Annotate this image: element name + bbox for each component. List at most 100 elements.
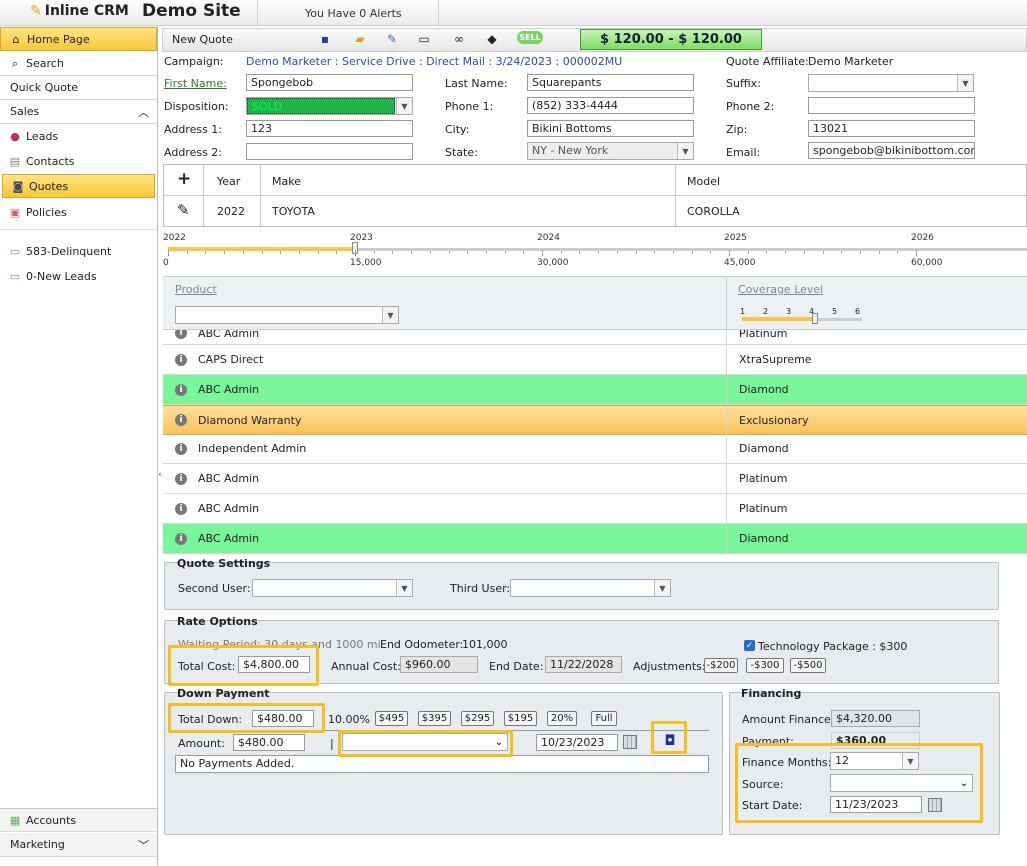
- first-name-label[interactable]: First Name:: [164, 77, 227, 90]
- info-icon[interactable]: i: [175, 383, 187, 396]
- column-divider: [726, 375, 727, 404]
- city-label: City:: [445, 123, 470, 136]
- sidebar-item-leads[interactable]: ● Leads: [0, 124, 157, 148]
- coverage-name: Diamond: [739, 442, 789, 455]
- save-icon[interactable]: ▪: [317, 31, 333, 47]
- product-name: CAPS Direct: [198, 353, 264, 366]
- third-user-select[interactable]: ▼: [510, 579, 671, 597]
- product-row[interactable]: i ABC Admin Diamond: [163, 524, 1027, 554]
- timeline-year-label: 2025: [724, 233, 747, 243]
- sidebar-group-marketing[interactable]: Marketing ﹀: [0, 833, 157, 857]
- add-vehicle-button[interactable]: +: [177, 169, 191, 189]
- down-full-button[interactable]: Full: [591, 711, 617, 726]
- coverage-name: Exclusionary: [739, 413, 809, 427]
- product-row[interactable]: i Diamond Warranty Exclusionary: [163, 405, 1027, 435]
- product-row[interactable]: i ABC Admin Platinum: [163, 494, 1027, 524]
- term-timeline[interactable]: 2022 0 2023 15,000 2024 30,000 2025 45,000 2026 6…: [163, 230, 1027, 272]
- zip-label: Zip:: [726, 123, 748, 136]
- link-icon[interactable]: ∞: [451, 31, 467, 47]
- coverage-level-handle[interactable]: [812, 313, 818, 324]
- sidebar-item-contacts[interactable]: ▤ Contacts: [0, 149, 157, 173]
- timeline-minor-tick: [523, 251, 525, 254]
- collapse-handle-icon[interactable]: ‹: [158, 470, 162, 480]
- timeline-minor-tick: [542, 251, 543, 254]
- product-row[interactable]: i ABC Admin Platinum: [163, 464, 1027, 494]
- product-row[interactable]: i ABC Admin Platinum: [163, 330, 1027, 345]
- first-name-field[interactable]: Spongebob: [246, 74, 413, 91]
- sidebar-item-accounts[interactable]: ▦ Accounts: [0, 808, 157, 832]
- coverage-level-slider[interactable]: 123456: [738, 307, 864, 327]
- info-icon[interactable]: i: [175, 502, 187, 515]
- down-495-button[interactable]: $495: [375, 711, 408, 726]
- technology-package-checkbox[interactable]: ✓: [744, 640, 755, 651]
- sidebar-item-policies[interactable]: ▣ Policies: [0, 200, 157, 224]
- sidebar-item-quotes[interactable]: ◙ Quotes: [2, 174, 155, 198]
- address1-field[interactable]: 123: [246, 120, 413, 137]
- coverage-header[interactable]: Coverage Level: [738, 283, 823, 296]
- coverage-level-label: 5: [832, 307, 838, 316]
- column-divider: [203, 165, 204, 226]
- zip-field[interactable]: 13021: [808, 120, 975, 137]
- edit-document-icon[interactable]: ✎: [384, 31, 400, 47]
- product-row[interactable]: i ABC Admin Diamond: [163, 375, 1027, 405]
- sidebar: ⌂ Home Page ⌕ Search Quick Quote Sales ︿ ● L…: [0, 26, 158, 866]
- sidebar-item-quick-quote[interactable]: Quick Quote: [0, 76, 157, 100]
- down-195-button[interactable]: $195: [504, 711, 537, 726]
- campaign-link[interactable]: Demo Marketer : Service Drive : Direct M…: [246, 55, 622, 68]
- sidebar-divider: [0, 229, 157, 230]
- info-icon[interactable]: i: [175, 353, 187, 366]
- info-icon[interactable]: i: [175, 472, 187, 485]
- sidebar-item-search[interactable]: ⌕ Search: [0, 52, 157, 76]
- address2-field[interactable]: [246, 143, 413, 160]
- sidebar-group-sales[interactable]: Sales ︿: [0, 100, 157, 124]
- timeline-minor-tick: [411, 251, 413, 254]
- down-295-button[interactable]: $295: [461, 711, 494, 726]
- id-card-icon[interactable]: ▭: [416, 31, 432, 47]
- tag-icon[interactable]: ◆: [484, 31, 500, 47]
- phone2-field[interactable]: [808, 97, 975, 114]
- vehicle-make: TOYOTA: [272, 205, 315, 218]
- sidebar-filter-delinquent[interactable]: ▭ 583-Delinquent: [0, 239, 157, 263]
- info-icon[interactable]: i: [175, 532, 187, 545]
- alerts-link[interactable]: You Have 0 Alerts: [305, 7, 402, 20]
- timeline-minor-tick: [729, 251, 730, 254]
- info-icon[interactable]: i: [175, 414, 187, 426]
- suffix-select[interactable]: ▼: [808, 74, 974, 92]
- note-icon[interactable]: ▰: [352, 31, 368, 47]
- email-field[interactable]: spongebob@bikinibottom.com: [808, 142, 975, 159]
- down-20pct-button[interactable]: 20%: [547, 711, 577, 726]
- phone1-field[interactable]: (852) 333-4444: [527, 97, 694, 114]
- product-row[interactable]: i CAPS Direct XtraSupreme: [163, 345, 1027, 375]
- city-field[interactable]: Bikini Bottoms: [527, 120, 694, 137]
- sell-icon[interactable]: SELL: [517, 31, 543, 44]
- timeline-minor-tick: [448, 251, 450, 254]
- sidebar-item-label: Marketing: [10, 838, 65, 851]
- product-name: Diamond Warranty: [198, 413, 302, 427]
- product-row[interactable]: i Independent Admin Diamond: [163, 434, 1027, 464]
- chevron-up-icon: ︿: [138, 106, 149, 119]
- product-header[interactable]: Product: [175, 283, 217, 296]
- adjustment-200-button[interactable]: -$200: [704, 658, 738, 673]
- product-name: ABC Admin: [198, 330, 260, 340]
- info-icon[interactable]: i: [175, 442, 187, 455]
- app-logo[interactable]: ✎ Inline CRM: [30, 3, 129, 19]
- edit-pencil-icon[interactable]: ✎: [177, 201, 190, 219]
- disposition-select[interactable]: SOLD ▼: [246, 97, 413, 115]
- last-name-field[interactable]: Squarepants: [527, 74, 694, 91]
- adjustment-300-button[interactable]: -$300: [746, 658, 784, 673]
- timeline-year-label: 2022: [163, 233, 186, 243]
- column-divider: [726, 464, 727, 493]
- info-icon[interactable]: i: [175, 330, 187, 339]
- payment-date-field[interactable]: 10/23/2023: [536, 734, 618, 751]
- product-filter-select[interactable]: ▼: [175, 306, 399, 324]
- amount-field[interactable]: $480.00: [233, 734, 305, 751]
- adjustment-500-button[interactable]: -$500: [790, 658, 826, 673]
- state-select[interactable]: NY - New York ▼: [527, 142, 694, 160]
- sidebar-filter-new-leads[interactable]: ▭ 0-New Leads: [0, 264, 157, 288]
- calendar-icon[interactable]: [623, 735, 637, 749]
- timeline-minor-tick: [467, 251, 469, 254]
- down-395-button[interactable]: $395: [418, 711, 451, 726]
- second-user-select[interactable]: ▼: [252, 579, 413, 597]
- quote-affiliate-value: Demo Marketer: [808, 55, 894, 68]
- sidebar-item-home[interactable]: ⌂ Home Page: [0, 27, 157, 51]
